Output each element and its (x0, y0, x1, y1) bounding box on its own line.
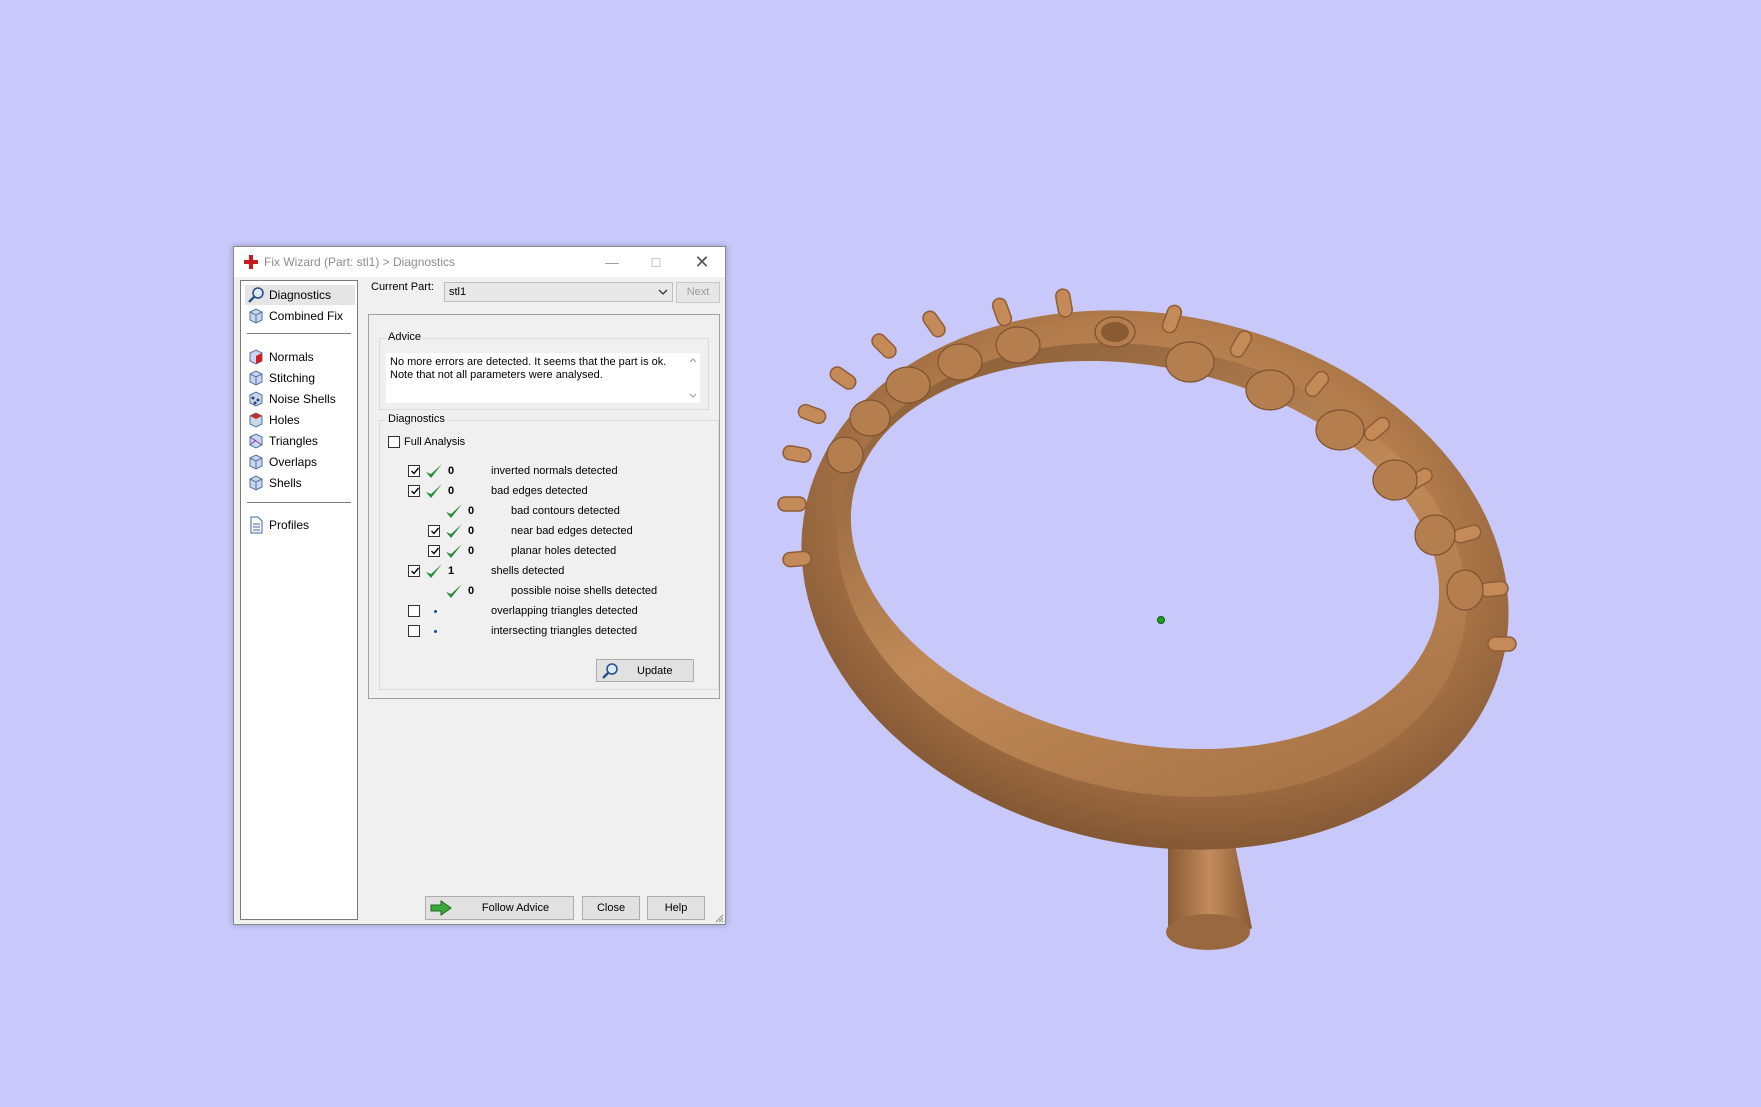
diagnostic-row-near-bad-edges: 0 near bad edges detected (428, 522, 748, 540)
nav-divider (247, 502, 351, 503)
nav-item-overlaps[interactable]: Overlaps (245, 452, 355, 472)
diagnostic-row-intersecting-triangles: intersecting triangles detected (408, 622, 728, 640)
advice-title: Advice (386, 331, 424, 343)
diagnostic-row-noise-shells: 0 possible noise shells detected (428, 582, 748, 600)
fix-wizard-dialog: Fix Wizard (Part: stl1) > Diagnostics — … (233, 246, 726, 925)
nav-item-profiles[interactable]: Profiles (245, 515, 355, 535)
full-analysis-row[interactable]: Full Analysis (388, 433, 708, 451)
diagnostic-row-bad-contours: 0 bad contours detected (428, 502, 748, 520)
planar-holes-checkbox[interactable] (428, 545, 440, 557)
close-window-button[interactable]: ✕ (680, 247, 724, 277)
diagnostic-row-inverted-normals: 0 inverted normals detected (408, 462, 728, 480)
cube-icon (249, 308, 263, 324)
not-analysed-dot (434, 630, 437, 633)
advice-line-1: No more errors are detected. It seems th… (390, 356, 667, 368)
bad-edges-checkbox[interactable] (408, 485, 420, 497)
diagnostic-row-shells: 1 shells detected (408, 562, 728, 580)
nav-item-triangles[interactable]: Triangles (245, 431, 355, 451)
window-title: Fix Wizard (Part: stl1) > Diagnostics (264, 255, 456, 269)
near-bad-edges-checkbox[interactable] (428, 525, 440, 537)
resize-grip-icon[interactable] (714, 913, 724, 923)
update-button[interactable]: Update (596, 659, 694, 682)
green-check-icon (426, 464, 442, 478)
diagnostics-group: Diagnostics Full Analysis 0 inverted nor… (379, 413, 719, 690)
full-analysis-label: Full Analysis (404, 436, 466, 448)
diagnostic-row-overlapping-triangles: overlapping triangles detected (408, 602, 728, 620)
advice-scrollbar[interactable] (686, 353, 700, 403)
maximize-button[interactable]: □ (634, 247, 678, 277)
ring-model (777, 288, 1517, 950)
pivot-point (1157, 616, 1165, 624)
chevron-down-icon (658, 289, 668, 295)
intersecting-triangles-checkbox[interactable] (408, 625, 420, 637)
help-button[interactable]: Help (647, 896, 705, 920)
nav-item-normals[interactable]: Normals (245, 347, 355, 367)
nav-item-holes[interactable]: Holes (245, 410, 355, 430)
magnifier-icon (602, 663, 618, 679)
inverted-normals-checkbox[interactable] (408, 465, 420, 477)
red-cross-icon (244, 255, 258, 269)
nav-item-diagnostics[interactable]: Diagnostics (245, 285, 355, 305)
checkmark-icon (411, 467, 420, 475)
holes-cube-icon (249, 412, 263, 428)
follow-advice-button[interactable]: Follow Advice (425, 896, 574, 920)
noise-shells-icon (249, 391, 263, 407)
checkmark-icon (431, 547, 440, 555)
green-check-icon (446, 504, 462, 518)
current-part-value: stl1 (449, 286, 467, 298)
title-bar[interactable]: Fix Wizard (Part: stl1) > Diagnostics — … (234, 247, 725, 277)
green-check-icon (446, 584, 462, 598)
diagnostic-row-planar-holes: 0 planar holes detected (428, 542, 748, 560)
checkmark-icon (411, 487, 420, 495)
overlapping-triangles-checkbox[interactable] (408, 605, 420, 617)
stitching-cube-icon (249, 370, 263, 386)
current-part-select[interactable]: stl1 (444, 282, 673, 302)
minimize-button[interactable]: — (590, 247, 634, 277)
not-analysed-dot (434, 610, 437, 613)
advice-line-2: Note that not all parameters were analys… (390, 369, 603, 381)
diagnostic-row-bad-edges: 0 bad edges detected (408, 482, 728, 500)
checkmark-icon (431, 527, 440, 535)
triangles-cube-icon (249, 433, 263, 449)
diagnostics-title: Diagnostics (386, 413, 447, 425)
overlaps-cube-icon (249, 454, 263, 470)
advice-group: Advice No more errors are detected. It s… (379, 331, 709, 410)
nav-item-shells[interactable]: Shells (245, 473, 355, 493)
magnifier-icon (248, 287, 264, 303)
shells-checkbox[interactable] (408, 565, 420, 577)
green-check-icon (426, 484, 442, 498)
shells-cube-icon (249, 475, 263, 491)
nav-item-stitching[interactable]: Stitching (245, 368, 355, 388)
nav-divider (247, 333, 351, 334)
advice-textbox[interactable]: No more errors are detected. It seems th… (386, 353, 700, 403)
nav-item-noise-shells[interactable]: Noise Shells (245, 389, 355, 409)
normals-cube-icon (249, 349, 263, 365)
document-icon (250, 516, 263, 534)
green-check-icon (426, 564, 442, 578)
nav-item-combined-fix[interactable]: Combined Fix (245, 306, 355, 326)
green-check-icon (446, 524, 462, 538)
diagnostics-panel: Advice No more errors are detected. It s… (368, 314, 720, 699)
full-analysis-checkbox[interactable] (388, 436, 400, 448)
checkmark-icon (411, 567, 420, 575)
close-button[interactable]: Close (582, 896, 640, 920)
current-part-label: Current Part: (371, 281, 434, 293)
green-check-icon (446, 544, 462, 558)
next-button[interactable]: Next (676, 282, 720, 303)
wizard-nav: Diagnostics Combined Fix Normals Stitchi… (240, 280, 358, 920)
